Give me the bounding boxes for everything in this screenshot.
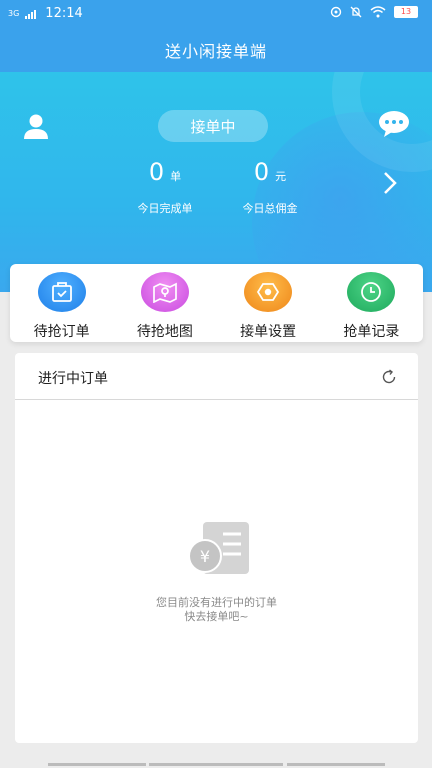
completed-orders-label: 今日完成单 (137, 202, 193, 215)
empty-message-line2: 快去接单吧~ (184, 610, 249, 623)
wifi-icon (370, 6, 386, 18)
map-icon (140, 272, 189, 312)
completed-orders-unit: 单 (170, 170, 182, 183)
clock-icon (347, 272, 396, 312)
menu-label-pending-orders: 待抢订单 (33, 324, 90, 340)
menu-label-map: 待抢地图 (136, 324, 193, 340)
pending-orders-icon (37, 272, 86, 312)
battery-indicator: 13 (394, 6, 418, 18)
user-icon[interactable] (22, 113, 50, 141)
mute-icon (350, 6, 362, 18)
menu-item-records[interactable]: 抢单记录 (320, 264, 423, 342)
orders-header: 进行中订单 (15, 353, 418, 400)
commission-value: 0 (253, 158, 270, 186)
page-title: 送小闲接单端 (0, 28, 432, 72)
hero-panel (0, 72, 432, 292)
chevron-right-icon[interactable] (382, 170, 398, 196)
tab-indicator-2 (149, 763, 283, 766)
menu-item-map[interactable]: 待抢地图 (113, 264, 216, 342)
location-icon (330, 6, 342, 18)
tab-indicator-1 (48, 763, 146, 766)
signal-icon (25, 9, 37, 19)
menu-label-settings: 接单设置 (240, 324, 297, 340)
stat-total-commission: 0元 今日总佣金 (220, 158, 320, 216)
quick-menu: 待抢订单 待抢地图 接单设置 抢单记录 (10, 264, 423, 342)
menu-item-settings[interactable]: 接单设置 (217, 264, 320, 342)
svg-text:¥: ¥ (200, 547, 210, 566)
tab-indicator-3 (287, 763, 385, 766)
menu-label-records: 抢单记录 (343, 324, 400, 340)
commission-label: 今日总佣金 (242, 202, 298, 215)
completed-orders-value: 0 (148, 158, 165, 186)
menu-item-pending-orders[interactable]: 待抢订单 (10, 264, 113, 342)
status-bar: 3G 12:14 13 (0, 0, 432, 28)
empty-orders-illustration: ¥ (188, 522, 249, 574)
order-status-toggle[interactable]: 接单中 (158, 110, 268, 142)
bottom-tab-indicator (0, 760, 432, 768)
clock-time: 12:14 (45, 6, 83, 21)
stat-completed-orders: 0单 今日完成单 (115, 158, 215, 216)
network-indicator: 3G (8, 9, 20, 18)
commission-unit: 元 (275, 170, 287, 183)
refresh-icon[interactable] (380, 368, 398, 386)
orders-title: 进行中订单 (38, 371, 108, 387)
settings-icon (244, 272, 293, 312)
ongoing-orders-panel: 进行中订单 ¥ 您目前没有进行中的订单 快去接单吧~ (15, 353, 418, 743)
message-icon[interactable] (378, 110, 410, 138)
